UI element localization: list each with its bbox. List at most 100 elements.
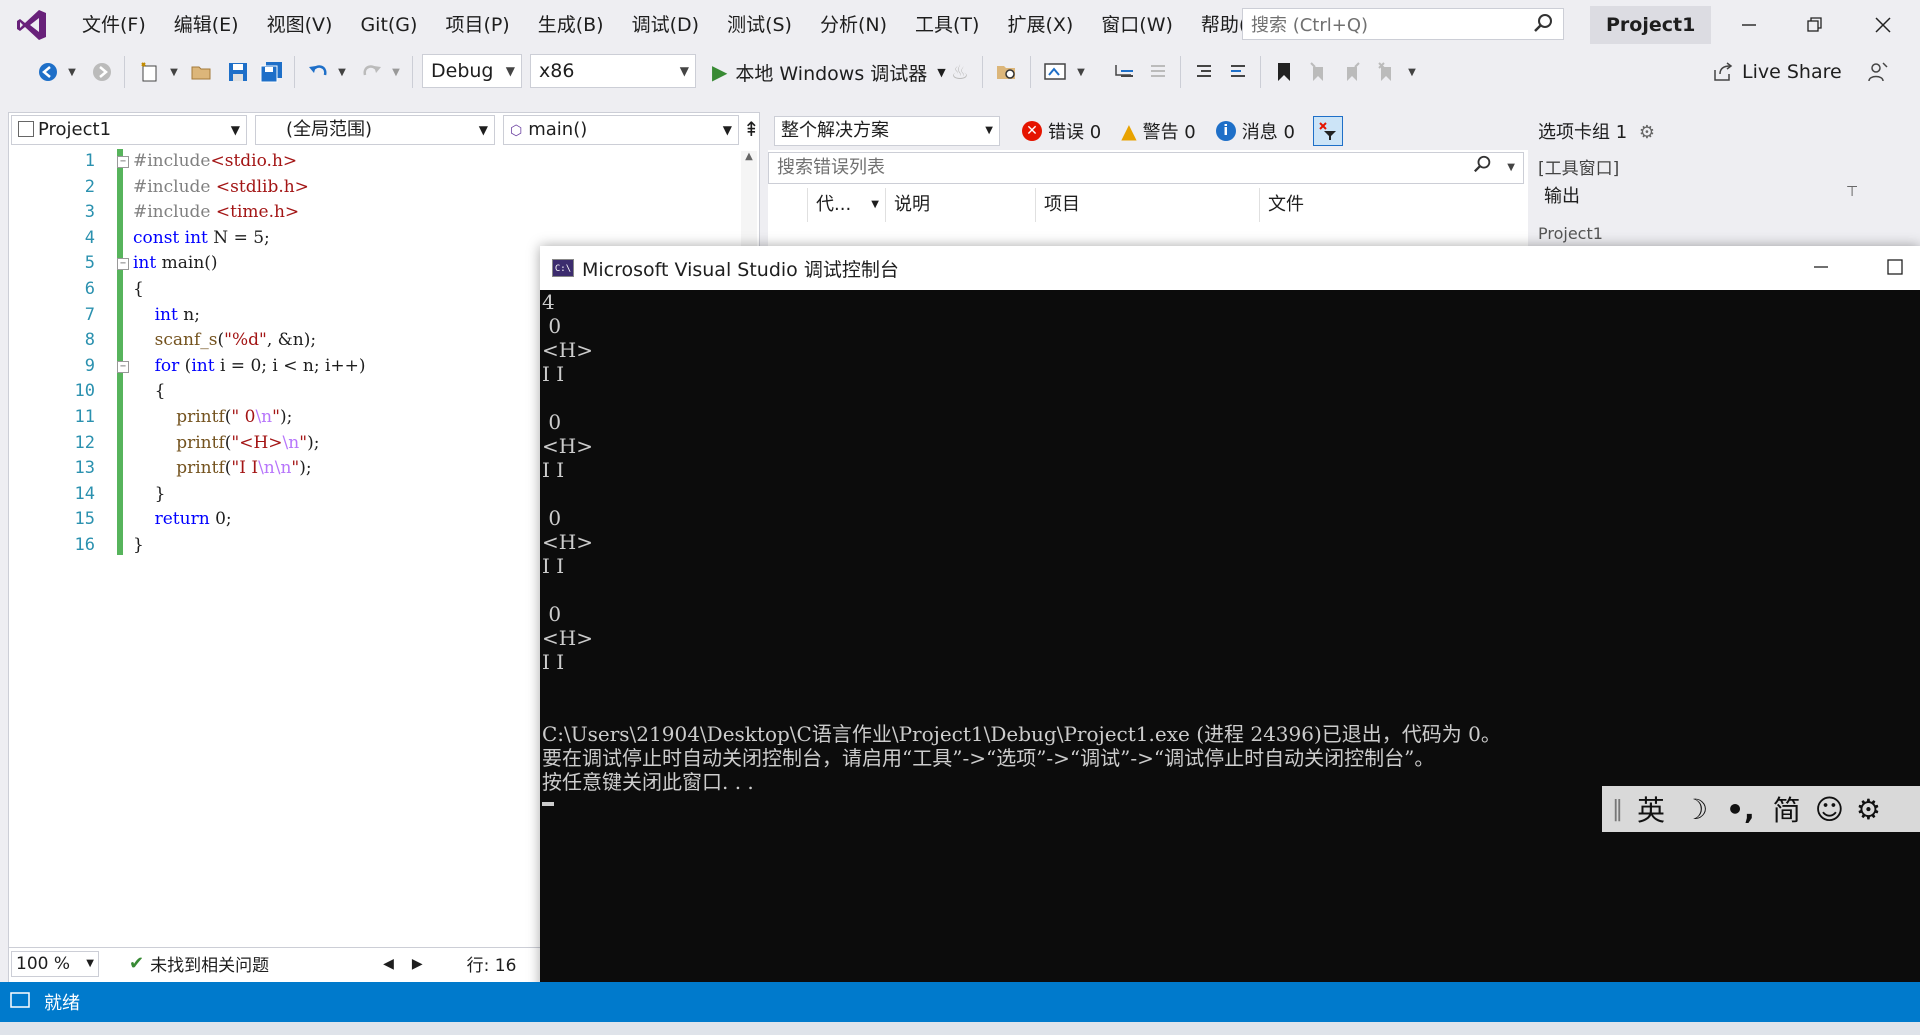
menu-debug[interactable]: 调试(D) [618, 0, 713, 50]
messages-filter-button[interactable]: i 消息 0 [1206, 115, 1305, 147]
comment-lines-icon[interactable] [1190, 56, 1218, 88]
back-icon[interactable] [34, 56, 62, 88]
fold-toggle-icon[interactable]: − [117, 156, 129, 168]
prev-bookmark-icon[interactable] [1304, 56, 1332, 88]
step-into-icon[interactable] [1110, 56, 1138, 88]
gear-icon[interactable]: ⚙ [1856, 793, 1881, 826]
fold-toggle-icon[interactable]: − [117, 258, 129, 271]
errors-filter-button[interactable]: ✕ 错误 0 [1012, 115, 1111, 147]
clear-bookmarks-icon[interactable] [1372, 56, 1400, 88]
error-search-input[interactable]: 搜索错误列表 ▼ [768, 152, 1524, 184]
console-line: I I [542, 650, 565, 674]
issues-status[interactable]: 未找到相关问题 [150, 951, 269, 976]
scroll-up-icon[interactable]: ▲ [741, 151, 757, 162]
menu-build[interactable]: 生成(B) [524, 0, 618, 50]
filter-dropdown-icon[interactable]: ▼ [871, 188, 879, 222]
save-icon[interactable] [224, 56, 252, 88]
code-token: \n [255, 406, 273, 427]
back-dropdown-icon[interactable]: ▼ [66, 56, 78, 88]
redo-icon[interactable] [358, 56, 386, 88]
step-over-icon[interactable] [1144, 56, 1172, 88]
bookmark-icon[interactable] [1270, 56, 1298, 88]
menu-tools[interactable]: 工具(T) [901, 0, 993, 50]
ime-language-toggle[interactable]: 英 [1637, 789, 1665, 829]
output-tab[interactable]: 输出 [1544, 182, 1580, 208]
menu-window[interactable]: 窗口(W) [1087, 0, 1187, 50]
toolbar-overflow-icon[interactable]: ▼ [1404, 56, 1420, 88]
pin-icon[interactable]: ⊤ [1846, 184, 1858, 200]
project-node[interactable]: Project1 [1538, 224, 1603, 243]
search-input[interactable]: 搜索 (Ctrl+Q) [1242, 8, 1564, 40]
header-project[interactable]: 项目 [1036, 188, 1260, 222]
new-dropdown-icon[interactable]: ▼ [168, 56, 180, 88]
emoji-icon[interactable]: ☺ [1815, 793, 1844, 826]
tab-group-title[interactable]: 选项卡组 1 ⚙ [1538, 118, 1655, 144]
build-intellisense-filter-icon[interactable] [1312, 116, 1343, 146]
redo-dropdown-icon[interactable]: ▼ [390, 56, 402, 88]
live-share-button[interactable]: Live Share [1712, 56, 1842, 88]
console-minimize-button[interactable] [1812, 258, 1830, 281]
forward-icon[interactable] [88, 56, 116, 88]
punctuation-icon[interactable]: •, [1726, 793, 1755, 826]
zoom-value: 100 % [16, 953, 71, 974]
minimize-button[interactable] [1716, 0, 1782, 50]
menu-edit[interactable]: 编辑(E) [160, 0, 253, 50]
fold-toggle-icon[interactable]: − [117, 360, 129, 373]
project-combo[interactable]: Project1 ▼ [11, 115, 247, 145]
header-code[interactable]: 代... ▼ [808, 188, 886, 222]
code-token: , &n); [266, 330, 317, 351]
header-description[interactable]: 说明 [886, 188, 1036, 222]
prev-issue-icon[interactable]: ◀ [383, 956, 394, 972]
member-combo[interactable]: ⬡ main() ▼ [503, 115, 739, 145]
undo-icon[interactable] [304, 56, 332, 88]
next-issue-icon[interactable]: ▶ [412, 956, 423, 972]
gear-icon[interactable]: ⚙ [1639, 122, 1655, 143]
scope-combo[interactable]: (全局范围) ▼ [255, 115, 495, 145]
code-token: main() [156, 253, 218, 274]
warnings-filter-button[interactable]: ▲ 警告 0 [1111, 115, 1206, 147]
close-button[interactable] [1850, 0, 1916, 50]
code-line: return 0; [133, 507, 366, 533]
screenshot-icon[interactable] [1040, 56, 1070, 88]
next-bookmark-icon[interactable] [1338, 56, 1366, 88]
ime-script-toggle[interactable]: 简 [1773, 789, 1801, 829]
menu-view[interactable]: 视图(V) [253, 0, 347, 50]
code-line: printf("I I\n\n"); [133, 456, 366, 482]
open-folder-icon[interactable] [188, 56, 216, 88]
moon-icon[interactable]: ☽ [1683, 793, 1708, 826]
zoom-select[interactable]: 100 % ▼ [11, 950, 99, 977]
drag-handle-icon[interactable]: ‖ [1612, 797, 1623, 822]
code-token: <stdlib.h> [215, 176, 309, 197]
restore-button[interactable] [1782, 0, 1848, 50]
platform-select[interactable]: x86 ▼ [530, 54, 696, 88]
menu-test[interactable]: 测试(S) [713, 0, 806, 50]
console-output[interactable]: 4 0 <H> I I 0 <H> I I 0 <H> I I 0 <H> I … [540, 290, 1920, 1011]
menu-git[interactable]: Git(G) [346, 0, 431, 50]
error-scope-select[interactable]: 整个解决方案 ▼ [774, 116, 1000, 146]
split-editor-icon[interactable]: ⇞ [743, 117, 760, 141]
undo-dropdown-icon[interactable]: ▼ [336, 56, 348, 88]
header-file[interactable]: 文件 [1260, 188, 1520, 222]
start-debugging-button[interactable]: ▶ 本地 Windows 调试器 ▼ [712, 56, 946, 88]
hot-reload-icon[interactable]: ♨ [948, 56, 972, 88]
console-maximize-button[interactable] [1886, 258, 1904, 281]
console-line: 0 [542, 410, 562, 434]
uncomment-lines-icon[interactable] [1224, 56, 1252, 88]
code-line: − for (int i = 0; i < n; i++) [117, 354, 366, 380]
error-icon: ✕ [1022, 121, 1042, 141]
feedback-person-icon[interactable] [1864, 56, 1892, 88]
screenshot-dropdown-icon[interactable]: ▼ [1074, 56, 1088, 88]
new-project-icon[interactable] [136, 56, 164, 88]
chevron-down-icon: ▼ [1507, 162, 1515, 173]
visual-studio-logo-icon [12, 5, 52, 45]
save-all-icon[interactable] [258, 56, 286, 88]
find-in-files-icon[interactable] [992, 56, 1022, 88]
configuration-select[interactable]: Debug ▼ [422, 54, 522, 88]
menu-project[interactable]: 项目(P) [431, 0, 523, 50]
menu-analyze[interactable]: 分析(N) [806, 0, 901, 50]
menu-file[interactable]: 文件(F) [68, 0, 160, 50]
menu-extensions[interactable]: 扩展(X) [993, 0, 1087, 50]
